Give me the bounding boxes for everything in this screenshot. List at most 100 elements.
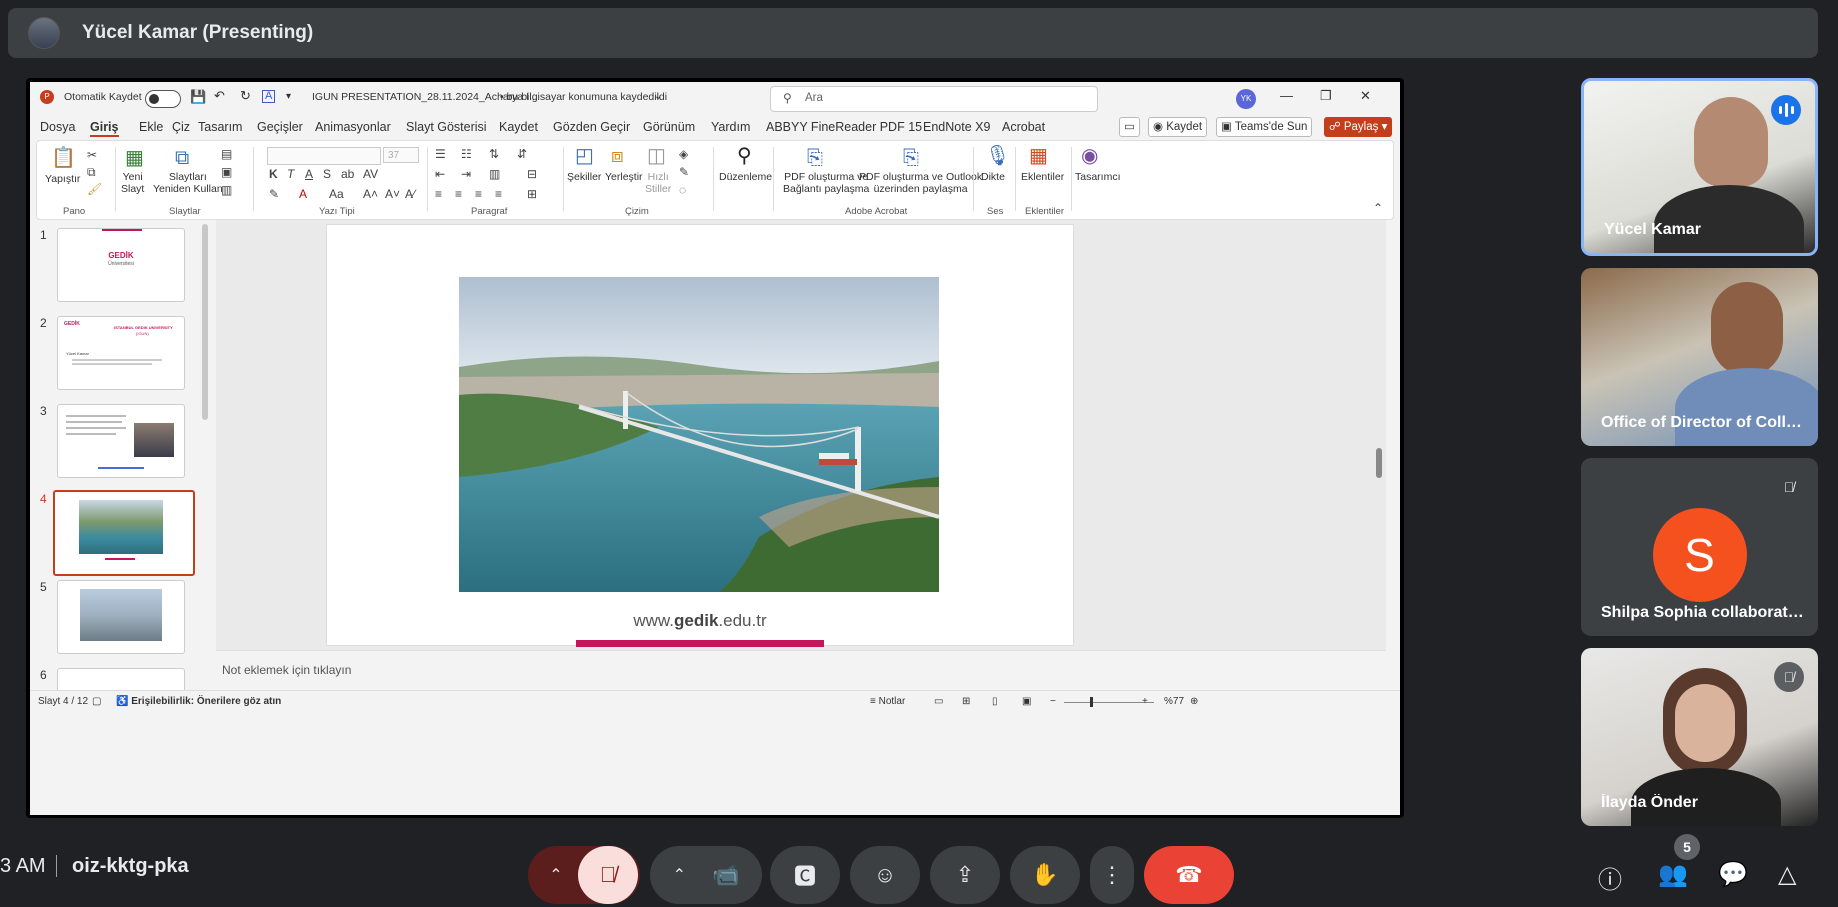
slide-thumb-5[interactable] — [57, 580, 185, 654]
microphone-toggle-button[interactable]: 🎙̸ — [578, 846, 638, 904]
new-slide-button[interactable]: Yeni Slayt — [121, 171, 144, 195]
notes-pane[interactable]: Not eklemek için tıklayın — [216, 650, 1386, 691]
captions-button[interactable]: 🅲 — [770, 846, 840, 904]
spacing-icon[interactable]: AV — [363, 167, 378, 181]
participant-tile-shilpa[interactable]: 🎙̸ S Shilpa Sophia collaboration — [1581, 458, 1818, 636]
arrange-icon[interactable]: ⧈ — [611, 145, 624, 167]
zoom-in-icon[interactable]: + — [1142, 696, 1148, 707]
reuse-slides-icon[interactable]: ⧉ — [175, 147, 189, 169]
participant-tile-ilayda[interactable]: 🎙̸ İlayda Önder — [1581, 648, 1818, 826]
highlight-icon[interactable]: ✎ — [269, 187, 279, 201]
slide-thumb-3[interactable] — [57, 404, 185, 478]
quick-styles-button[interactable]: Hızlı Stiller — [645, 171, 671, 195]
shapes-icon[interactable]: ◰ — [575, 145, 594, 167]
tab-gozden-gecir[interactable]: Gözden Geçir — [553, 120, 630, 134]
bullets-icon[interactable]: ☰ — [435, 147, 446, 161]
leave-call-button[interactable]: ☎ — [1144, 846, 1234, 904]
slide-scrollbar[interactable] — [1376, 448, 1382, 478]
normal-view-icon[interactable]: ▭ — [934, 696, 943, 707]
restore-icon[interactable]: ❐ — [1320, 88, 1332, 104]
underline-icon[interactable]: A — [305, 167, 313, 181]
tab-tasarim[interactable]: Tasarım — [198, 120, 242, 134]
paste-label[interactable]: Yapıştır — [45, 173, 80, 185]
copy-icon[interactable]: ⧉ — [87, 165, 96, 180]
tab-abbyy[interactable]: ABBYY FineReader PDF 15 — [766, 120, 922, 134]
reading-view-icon[interactable]: ▯ — [992, 696, 998, 707]
comments-icon[interactable]: ▭ — [1119, 117, 1140, 137]
paste-icon[interactable]: 📋 — [51, 147, 76, 169]
designer-button[interactable]: Tasarımcı — [1075, 171, 1121, 183]
undo-icon[interactable]: ↶ — [214, 88, 225, 104]
customize-qat-icon[interactable]: ▾ — [286, 91, 291, 102]
font-size-select[interactable]: 37 — [383, 147, 419, 163]
addins-icon[interactable]: ▦ — [1029, 145, 1048, 167]
dictate-button[interactable]: Dikte — [981, 171, 1005, 183]
cut-icon[interactable]: ✂ — [87, 148, 97, 162]
dictate-icon[interactable]: 🎙 — [985, 145, 1010, 167]
info-icon[interactable]: ⓘ — [1598, 860, 1622, 895]
present-button[interactable]: ⇪ — [930, 846, 1000, 904]
slide-thumb-1[interactable]: GEDİK Üniversitesi — [57, 228, 185, 302]
pdf-link-button[interactable]: PDF oluşturma ve Bağlantı paylaşma — [783, 171, 869, 195]
strikethrough-icon[interactable]: ab — [341, 167, 354, 181]
thumbnails-scrollbar[interactable] — [202, 224, 208, 420]
tab-slayt-gosterisi[interactable]: Slayt Gösterisi — [406, 120, 487, 134]
shadow-icon[interactable]: S — [323, 167, 331, 181]
meeting-code[interactable]: oiz-kktg-pka — [72, 855, 189, 878]
minimize-icon[interactable]: — — [1280, 88, 1293, 103]
zoom-out-icon[interactable]: − — [1050, 696, 1056, 707]
user-avatar[interactable]: YK — [1236, 89, 1256, 109]
tab-acrobat[interactable]: Acrobat — [1002, 120, 1045, 134]
outdent-icon[interactable]: ⇥ — [461, 167, 471, 181]
close-icon[interactable]: ✕ — [1360, 88, 1371, 104]
people-icon[interactable]: 👥 — [1658, 860, 1688, 889]
participant-tile-office[interactable]: Office of Director of Collaboration — [1581, 268, 1818, 446]
slideshow-icon[interactable]: ▣ — [1022, 696, 1031, 707]
arrange-button[interactable]: Yerleştir — [605, 171, 643, 183]
tab-endnote[interactable]: EndNote X9 — [923, 120, 990, 134]
numbering-icon[interactable]: ☷ — [461, 147, 472, 161]
line-spacing-icon[interactable]: ⇅ — [489, 147, 499, 161]
editing-button[interactable]: Düzenleme — [719, 171, 772, 183]
smartart-icon[interactable]: ⊞ — [527, 187, 537, 201]
more-options-button[interactable]: ⋮ — [1090, 846, 1134, 904]
shape-effects-icon[interactable]: ◌ — [679, 183, 686, 197]
format-painter-icon[interactable]: 🖌 — [87, 182, 102, 196]
reactions-button[interactable]: ☺ — [850, 846, 920, 904]
clear-format-icon[interactable]: A⁄ — [405, 187, 415, 201]
bosphorus-bridge-photo[interactable] — [459, 277, 939, 592]
layout-icon[interactable]: ▤ — [221, 147, 232, 161]
share-button[interactable]: ☍ Paylaş ▾ — [1324, 117, 1393, 137]
justify-icon[interactable]: ≡ — [495, 187, 502, 201]
participant-tile-yucel[interactable]: Yücel Kamar — [1581, 78, 1818, 256]
slide-thumb-2[interactable]: GEDİK ISTANBUL GEDIK UNIVERSITY (IGUN) Y… — [57, 316, 185, 390]
spellcheck-icon[interactable]: ▢ — [92, 696, 101, 707]
teams-button[interactable]: ▣ Teams'de Sun — [1216, 117, 1313, 137]
editing-search-icon[interactable]: ⚲ — [737, 145, 752, 167]
font-color-icon[interactable]: A — [299, 187, 307, 201]
section-icon[interactable]: ▥ — [221, 183, 232, 197]
autosave-toggle[interactable] — [145, 90, 181, 108]
tab-gecisler[interactable]: Geçişler — [257, 120, 303, 134]
grow-font-icon[interactable]: A˄ — [363, 187, 378, 201]
slide-sorter-icon[interactable]: ⊞ — [962, 696, 970, 707]
designer-icon[interactable]: ◉ — [1081, 145, 1098, 167]
save-status[interactable]: • bu bilgisayar konumuna kaydedildi — [500, 91, 667, 103]
addins-button[interactable]: Eklentiler — [1021, 171, 1064, 183]
shape-fill-icon[interactable]: ◈ — [679, 147, 688, 161]
shrink-font-icon[interactable]: A˅ — [385, 187, 400, 201]
align-left-icon[interactable]: ≡ — [435, 187, 442, 201]
activities-icon[interactable]: △ — [1778, 860, 1796, 889]
save-icon[interactable]: 💾 — [190, 89, 206, 105]
tab-ciz[interactable]: Çiz — [172, 120, 190, 134]
chat-icon[interactable]: 💬 — [1718, 860, 1748, 889]
text-direction-icon[interactable]: ⇵ — [517, 147, 527, 161]
fit-slide-icon[interactable]: ⊕ — [1190, 696, 1198, 707]
chevron-down-icon[interactable]: ⌄ — [654, 91, 662, 102]
zoom-slider-handle[interactable] — [1090, 697, 1093, 707]
pdf-outlook-icon[interactable]: ⎘ — [903, 147, 919, 169]
align-right-icon[interactable]: ≡ — [475, 187, 482, 201]
search-input[interactable]: ⚲ Ara — [770, 86, 1098, 112]
raise-hand-button[interactable]: ✋ — [1010, 846, 1080, 904]
current-slide[interactable]: www.gedik.edu.tr — [326, 224, 1074, 647]
